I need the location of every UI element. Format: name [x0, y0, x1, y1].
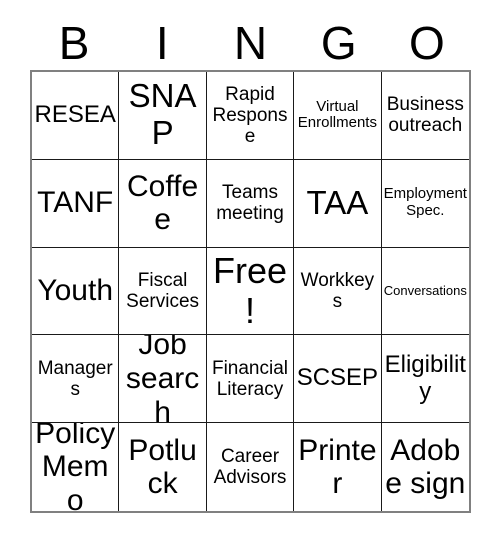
bingo-cell[interactable]: SNAP: [119, 72, 207, 160]
bingo-cell[interactable]: Coffee: [119, 159, 207, 248]
bingo-cell[interactable]: Potluck: [119, 423, 207, 511]
bingo-cell[interactable]: Job search: [119, 335, 207, 424]
bingo-cell[interactable]: Managers: [32, 335, 120, 424]
bingo-card: B I N G O RESEA SNAP Rapid Response Virt…: [0, 0, 500, 544]
bingo-grid: RESEA SNAP Rapid Response Virtual Enroll…: [30, 70, 471, 513]
bingo-cell[interactable]: Career Advisors: [206, 423, 295, 511]
header-letter-g: G: [320, 17, 357, 69]
bingo-cell-label: Printer: [298, 433, 377, 501]
bingo-cell[interactable]: Youth: [32, 247, 120, 336]
bingo-cell-label: TANF: [37, 186, 114, 220]
bingo-cell-label: Managers: [37, 357, 113, 400]
bingo-cell[interactable]: Workkeys: [294, 247, 382, 336]
bingo-cell-label: RESEA: [34, 100, 116, 128]
bingo-cell-label: Fiscal Services: [126, 269, 200, 312]
bingo-cell[interactable]: Fiscal Services: [119, 247, 207, 336]
bingo-cell-label: Employment Spec.: [383, 185, 467, 220]
bingo-cell-label: Conversations: [383, 282, 467, 298]
bingo-cell[interactable]: Eligibility: [381, 335, 469, 424]
bingo-cell-label: SNAP: [128, 77, 197, 152]
bingo-cell-label: Adobe sign: [385, 433, 466, 501]
bingo-cell[interactable]: Teams meeting: [206, 159, 295, 248]
bingo-cell[interactable]: SCSEP: [294, 335, 382, 424]
bingo-cell[interactable]: Printer: [294, 423, 382, 511]
bingo-cell[interactable]: Employment Spec.: [381, 159, 469, 248]
bingo-cell-label: Job search: [125, 335, 200, 424]
bingo-header: B I N G O: [30, 18, 471, 68]
bingo-cell[interactable]: Adobe sign: [381, 423, 469, 511]
bingo-cell-label: Virtual Enrollments: [297, 97, 377, 132]
bingo-cell-label: Eligibility: [384, 350, 466, 405]
bingo-cell-label: Coffee: [127, 169, 199, 237]
header-letter-b: B: [58, 17, 90, 69]
bingo-cell-label: Workkeys: [300, 269, 375, 312]
header-letter-i: I: [155, 17, 169, 69]
bingo-cell[interactable]: TAA: [294, 159, 382, 248]
bingo-cell[interactable]: RESEA: [32, 72, 120, 160]
header-letter-n: N: [233, 17, 268, 69]
header-letter-o: O: [409, 17, 445, 69]
bingo-cell[interactable]: Business outreach: [381, 72, 469, 160]
bingo-cell-label: Financial Literacy: [211, 357, 289, 400]
bingo-cell[interactable]: Conversations: [381, 247, 469, 336]
bingo-cell[interactable]: Financial Literacy: [206, 335, 295, 424]
bingo-cell[interactable]: Virtual Enrollments: [294, 72, 382, 160]
bingo-cell-label: Policy Memo: [35, 423, 116, 511]
bingo-cell[interactable]: Policy Memo: [32, 423, 120, 511]
bingo-cell-label: SCSEP: [296, 364, 379, 392]
bingo-cell-label: Career Advisors: [213, 445, 287, 489]
bingo-cell-label: Business outreach: [386, 94, 464, 137]
bingo-cell-label: TAA: [306, 183, 369, 221]
bingo-cell[interactable]: Rapid Response: [206, 72, 295, 160]
bingo-cell-label: Rapid Response: [212, 83, 288, 148]
bingo-cell-label: Free!: [212, 249, 287, 331]
bingo-cell-label: Teams meeting: [216, 181, 284, 225]
bingo-cell-label: Youth: [37, 274, 114, 308]
bingo-cell[interactable]: TANF: [32, 159, 120, 248]
bingo-cell-free[interactable]: Free!: [206, 247, 295, 336]
bingo-cell-label: Potluck: [128, 433, 197, 501]
